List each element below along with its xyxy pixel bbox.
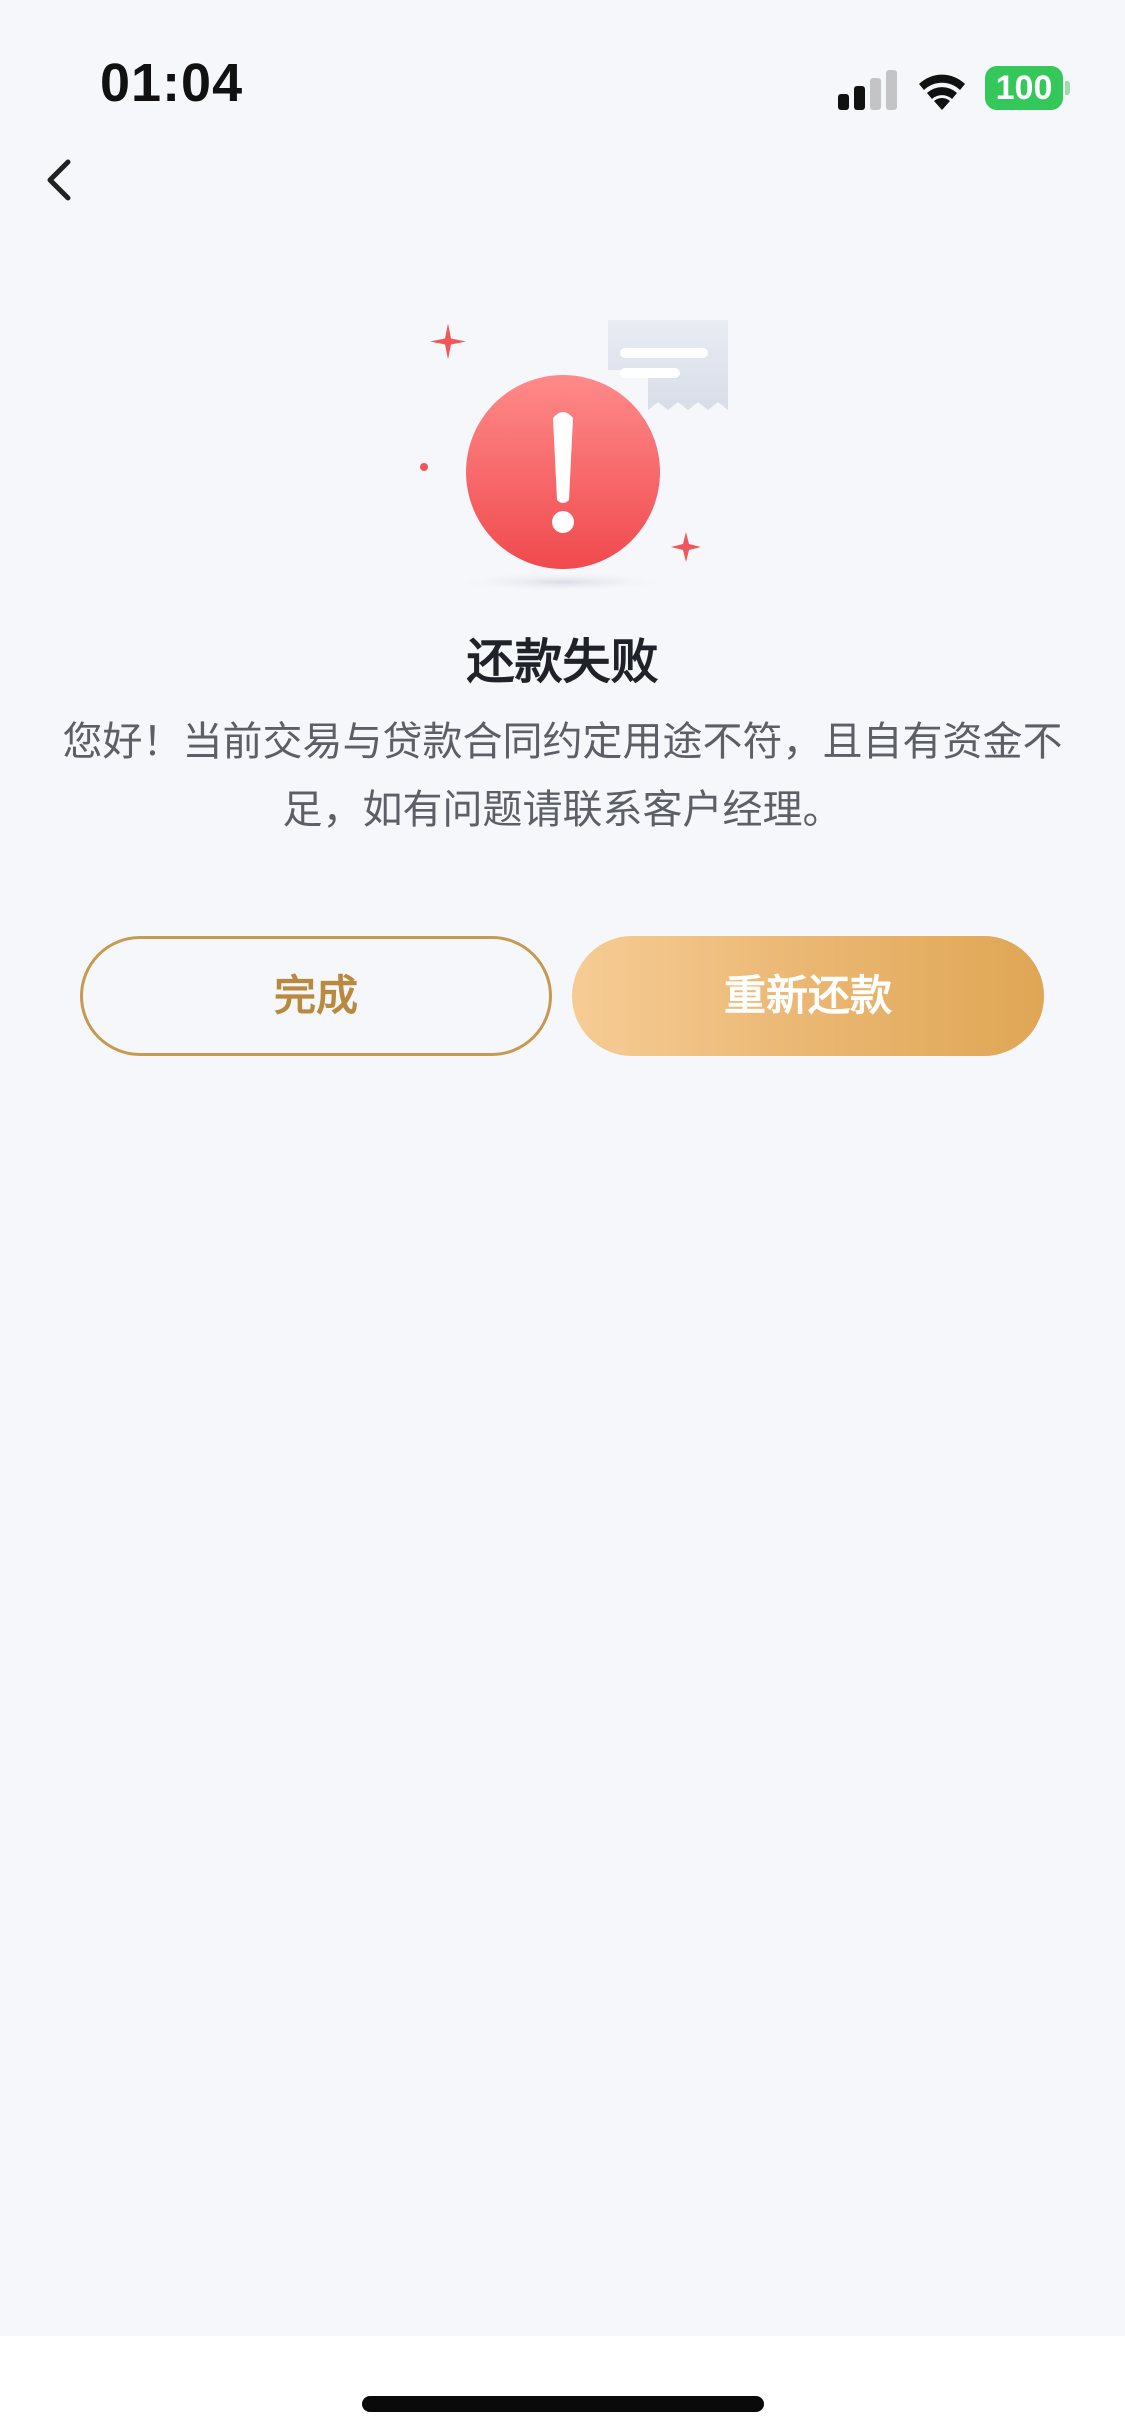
battery-cap xyxy=(1065,81,1070,95)
done-button[interactable]: 完成 xyxy=(80,936,552,1056)
wifi-icon xyxy=(919,74,965,110)
result-title: 还款失败 xyxy=(466,634,659,690)
battery-level: 100 xyxy=(985,66,1063,110)
home-indicator[interactable] xyxy=(362,2396,764,2412)
chevron-left-icon[interactable] xyxy=(36,150,86,210)
repayment-failed-page: 01:04 100 还款失败 您好！当前交易与贷款合同约定用途不符，且自有资金不… xyxy=(0,0,1125,2436)
error-exclamation-icon xyxy=(420,320,728,592)
result-message: 您好！当前交易与贷款合同约定用途不符，且自有资金不足，如有问题请联系客户经理。 xyxy=(62,719,1063,833)
battery-indicator: 100 xyxy=(985,66,1071,110)
bottom-safe-area xyxy=(0,2336,1125,2436)
cellular-signal-icon xyxy=(838,70,897,110)
retry-repayment-button[interactable]: 重新还款 xyxy=(572,936,1044,1056)
status-time: 01:04 xyxy=(100,53,244,113)
